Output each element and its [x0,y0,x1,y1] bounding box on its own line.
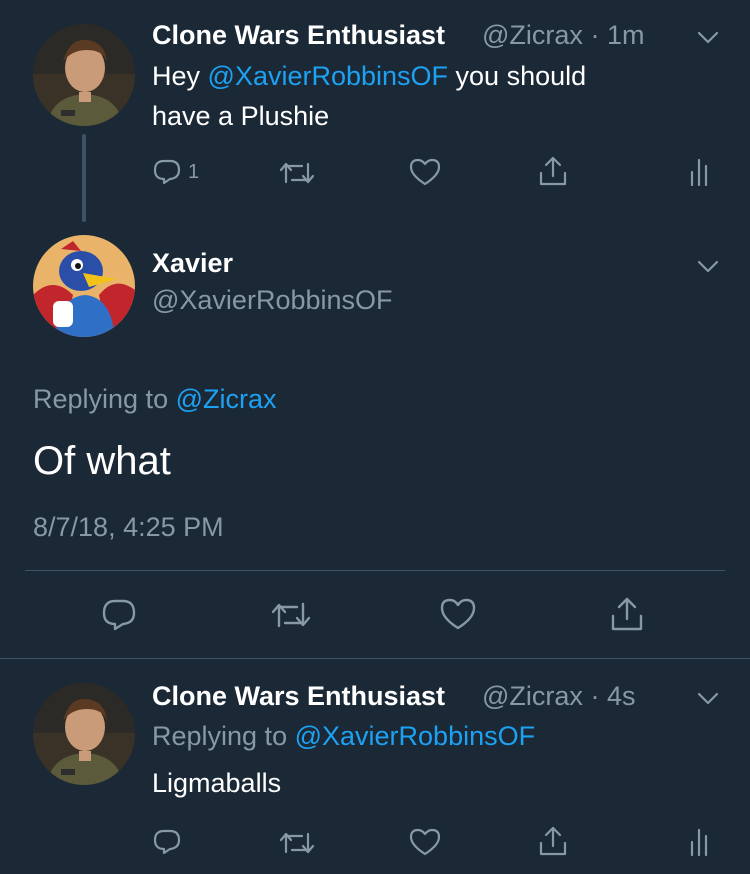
analytics-button[interactable] [689,828,711,856]
reply-icon [102,599,136,631]
avatar-zicrax[interactable] [33,683,135,785]
replying-handle[interactable]: @XavierRobbinsOF [295,721,536,751]
avatar-xavier-image [33,235,135,337]
share-icon [611,597,643,631]
chevron-down-icon[interactable] [697,260,719,274]
tweet1-time[interactable]: 1m [607,20,645,50]
retweet-icon [279,162,315,184]
tweet3-replying-to: Replying to @XavierRobbinsOF [152,721,535,752]
avatar-zicrax-image [33,683,135,785]
analytics-icon [690,158,708,186]
like-button[interactable] [409,828,441,856]
analytics-icon [690,828,708,856]
avatar-xavier[interactable] [33,235,135,337]
like-icon [409,828,441,856]
divider [25,570,725,571]
tweet1-separator: · [590,20,600,50]
tweet3-display-name[interactable]: Clone Wars Enthusiast [152,681,445,712]
share-icon [539,156,567,186]
replying-label: Replying to [152,721,295,751]
like-button[interactable] [440,598,476,630]
avatar-zicrax[interactable] [33,24,135,126]
tweet1-display-name[interactable]: Clone Wars Enthusiast [152,20,445,51]
like-button[interactable] [409,158,441,186]
tweet1-text-post: you should [448,61,587,91]
tweet1-text-line2: have a Plushie [152,101,330,131]
retweet-button[interactable] [278,830,316,856]
retweet-icon [279,832,315,854]
retweet-button[interactable] [278,160,316,186]
reply-icon [153,159,181,185]
reply-button[interactable] [101,598,137,632]
replying-label: Replying to [33,384,176,414]
reply-icon [153,829,181,855]
tweet1-mention[interactable]: @XavierRobbinsOF [208,61,449,91]
replying-handle[interactable]: @Zicrax [176,384,277,414]
tweet1-text: Hey @XavierRobbinsOF you should have a P… [152,56,712,136]
tweet1-meta: @Zicrax · 1m [482,20,644,51]
focused-replying-to: Replying to @Zicrax [33,384,277,415]
chevron-down-icon[interactable] [697,692,719,706]
like-icon [440,598,476,630]
tweet1-handle[interactable]: @Zicrax [482,20,583,50]
focused-handle[interactable]: @XavierRobbinsOF [152,285,393,316]
share-icon [539,826,567,856]
focused-display-name[interactable]: Xavier [152,248,233,279]
analytics-button[interactable] [689,158,711,186]
retweet-icon [271,602,311,628]
tweet3-handle[interactable]: @Zicrax [482,681,583,711]
chevron-down-icon[interactable] [697,31,719,45]
reply-count: 1 [188,160,200,183]
focused-timestamp: 8/7/18, 4:25 PM [33,512,224,542]
share-button[interactable] [537,155,569,187]
retweet-button[interactable] [270,600,312,630]
tweet3-time[interactable]: 4s [607,681,636,711]
share-button[interactable] [609,596,645,632]
reply-button[interactable] [152,828,182,856]
divider [0,658,750,659]
tweet3-text: Ligmaballs [152,768,282,798]
tweet3-meta: @Zicrax · 4s [482,681,635,712]
avatar-zicrax-image [33,24,135,126]
focused-text: Of what [33,439,171,483]
tweet1-text-pre: Hey [152,61,208,91]
reply-button[interactable]: 1 [152,158,199,186]
tweet3-separator: · [590,681,600,711]
share-button[interactable] [537,825,569,857]
like-icon [409,158,441,186]
thread-line [82,134,86,222]
